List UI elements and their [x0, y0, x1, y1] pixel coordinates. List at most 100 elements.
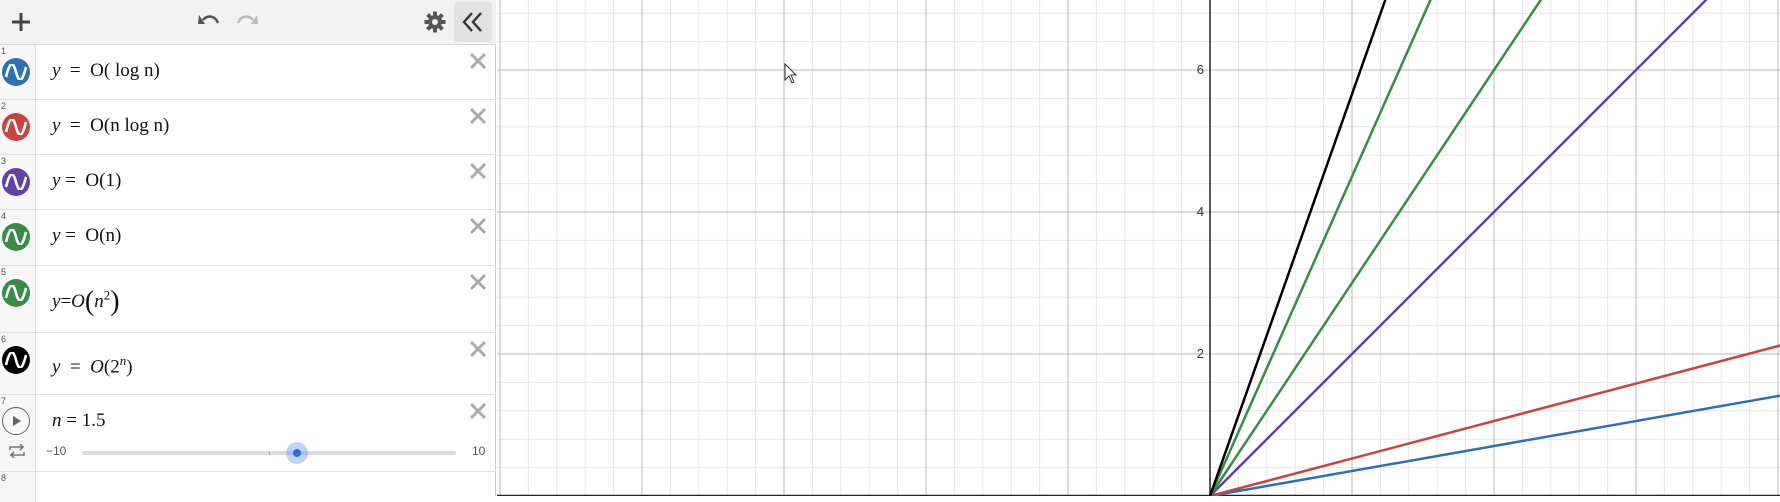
expression-formula[interactable]: y = O(2n) — [52, 353, 133, 378]
expression-lhs: y — [52, 225, 61, 246]
close-icon — [469, 52, 487, 70]
gear-icon — [424, 11, 446, 33]
slider-min-label[interactable]: −10 — [46, 444, 66, 458]
loop-icon — [9, 443, 25, 459]
expression-rhs: O(n log n) — [90, 115, 170, 136]
expression-equals: = — [60, 291, 72, 312]
expression-rhs: O(1) — [85, 170, 122, 191]
play-button[interactable] — [2, 407, 30, 435]
add-item-button[interactable] — [6, 5, 36, 39]
close-icon — [469, 273, 487, 291]
expression-lhs: y — [52, 115, 61, 136]
expression-equals: = — [69, 60, 81, 81]
mouse-cursor-icon — [784, 62, 798, 84]
expression-row[interactable]: 2 y = O(n log n) — [0, 100, 496, 155]
delete-expression-button[interactable] — [468, 272, 488, 292]
slider-max-label[interactable]: 10 — [472, 444, 485, 458]
close-icon — [469, 340, 487, 358]
curve-n2 — [1208, 0, 1432, 496]
color-toggle[interactable] — [2, 346, 30, 374]
expression-row[interactable]: 1 y = O( log n) — [0, 45, 496, 100]
expression-formula[interactable]: y = O(n) — [52, 225, 121, 247]
delete-expression-button[interactable] — [468, 51, 488, 71]
slider-formula[interactable]: n = 1.5 — [52, 410, 105, 432]
slider-row[interactable]: 7 n = 1.5 −10 10 — [0, 395, 496, 472]
color-toggle[interactable] — [2, 279, 30, 307]
major-gridlines — [497, 0, 1780, 496]
expression-row[interactable]: 4 y = O(n) — [0, 210, 496, 266]
delete-expression-button[interactable] — [468, 106, 488, 126]
axes — [497, 0, 1780, 496]
expression-rhs: O( log n) — [90, 60, 160, 81]
expression-equals: = — [69, 356, 81, 378]
color-toggle[interactable] — [2, 168, 30, 196]
expression-row[interactable]: 6 y = O(2n) — [0, 333, 496, 395]
expression-index: 6 — [1, 334, 7, 344]
plus-icon — [12, 13, 30, 31]
slider-equals: = — [66, 410, 77, 431]
redo-button[interactable] — [232, 5, 262, 39]
slider-value: 1.5 — [81, 410, 106, 431]
double-chevron-left-icon — [462, 12, 482, 32]
expression-row[interactable]: 5 y=O(n2) — [0, 266, 496, 333]
curve-2n — [1208, 0, 1387, 496]
delete-expression-button[interactable] — [468, 216, 488, 236]
expression-formula[interactable]: y=O(n2) — [52, 286, 120, 318]
expression-index: 8 — [1, 473, 7, 483]
slider-thumb[interactable] — [286, 442, 309, 464]
expression-gutter: 4 — [0, 210, 36, 265]
minor-gridlines — [497, 0, 1780, 496]
y-tick-labels: 2 4 6 — [1197, 62, 1204, 361]
y-tick-label: 4 — [1197, 204, 1204, 219]
empty-expression-row[interactable]: 8 — [0, 472, 496, 502]
loop-toggle[interactable] — [8, 443, 26, 463]
wave-icon — [4, 229, 28, 245]
expression-gutter: 8 — [0, 472, 36, 502]
color-toggle[interactable] — [2, 58, 30, 86]
expression-lhs: y — [52, 60, 61, 81]
expression-index: 7 — [1, 396, 7, 406]
redo-icon — [236, 15, 258, 24]
close-icon — [469, 217, 487, 235]
expression-gutter: 7 — [0, 395, 36, 471]
expression-formula[interactable]: y = O( log n) — [52, 60, 160, 82]
expression-equals: = — [69, 115, 81, 136]
expression-row[interactable]: 3 y = O(1) — [0, 155, 496, 210]
delete-expression-button[interactable] — [468, 161, 488, 181]
delete-expression-button[interactable] — [468, 401, 488, 421]
expression-index: 3 — [1, 156, 7, 166]
expression-lhs: y — [52, 356, 61, 378]
expression-base: 2 — [110, 356, 120, 378]
delete-expression-button[interactable] — [468, 339, 488, 359]
expression-equals: = — [65, 225, 76, 246]
slider-tick — [269, 451, 270, 455]
expression-toolbar — [0, 0, 496, 45]
expression-gutter: 3 — [0, 155, 36, 209]
expression-gutter: 2 — [0, 100, 36, 154]
graph-canvas[interactable]: 2 4 6 — [497, 0, 1780, 496]
wave-icon — [4, 285, 28, 301]
expression-gutter: 6 — [0, 333, 36, 394]
wave-icon — [4, 174, 28, 190]
expression-exponent: n — [119, 353, 127, 368]
close-icon — [469, 107, 487, 125]
expression-index: 4 — [1, 211, 7, 221]
y-tick-label: 2 — [1197, 346, 1204, 361]
expression-gutter: 5 — [0, 266, 36, 332]
slider-track[interactable] — [82, 442, 456, 464]
expression-index: 5 — [1, 267, 7, 277]
play-icon — [13, 416, 21, 426]
expression-formula[interactable]: y = O(1) — [52, 170, 121, 192]
color-toggle[interactable] — [2, 113, 30, 141]
settings-button[interactable] — [420, 5, 450, 39]
expression-panel: 1 y = O( log n) 2 y = O(n log n) 3 y = O… — [0, 0, 496, 502]
expression-base: n — [94, 291, 104, 312]
expression-lhs: y — [52, 170, 61, 191]
expression-rhs: O(n) — [85, 225, 122, 246]
expression-formula[interactable]: y = O(n log n) — [52, 115, 169, 137]
expression-index: 1 — [1, 46, 7, 56]
color-toggle[interactable] — [2, 223, 30, 251]
collapse-panel-button[interactable] — [454, 2, 492, 42]
undo-button[interactable] — [194, 5, 224, 39]
y-tick-label: 6 — [1197, 62, 1204, 77]
